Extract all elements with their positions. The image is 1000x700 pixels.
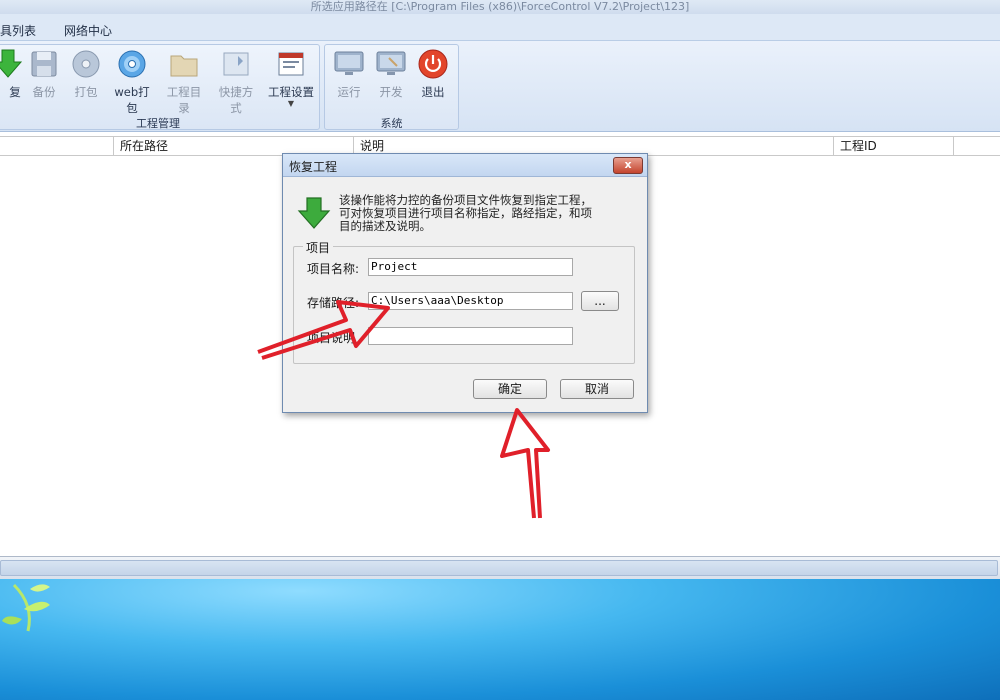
dialog-title: 恢复工程 xyxy=(289,160,338,174)
groupbox-legend: 项目 xyxy=(303,239,334,256)
disc-icon xyxy=(70,48,102,80)
floppy-disk-icon xyxy=(28,48,60,80)
monitor-tools-icon xyxy=(375,48,407,80)
disc-icon xyxy=(116,48,148,80)
project-name-label: 项目名称: xyxy=(307,262,360,276)
project-description-input[interactable] xyxy=(368,327,573,345)
annotation-arrow-ok xyxy=(500,408,550,519)
monitor-play-icon xyxy=(333,48,365,80)
desktop-background xyxy=(0,579,1000,700)
menu-item-network-center[interactable]: 网络中心 xyxy=(64,22,112,39)
close-button[interactable]: x xyxy=(613,157,643,174)
bamboo-leaf-icon xyxy=(2,583,50,632)
exit-button[interactable]: 退出 xyxy=(411,48,455,100)
ok-button[interactable]: 确定 xyxy=(473,379,547,399)
menu-bar: 具列表 网络中心 xyxy=(0,14,1000,41)
folder-icon xyxy=(168,48,200,80)
power-icon xyxy=(417,48,449,80)
ribbon-group-label: 系统 xyxy=(380,117,403,130)
close-icon: x xyxy=(624,158,632,171)
column-header-project-id[interactable]: 工程ID xyxy=(833,137,953,155)
dropdown-arrow-icon: ▼ xyxy=(287,99,295,108)
storage-path-label: 存储路径: xyxy=(307,296,360,310)
download-arrow-icon xyxy=(297,197,331,229)
run-button[interactable]: 运行 xyxy=(327,48,371,100)
settings-window-icon xyxy=(275,48,307,80)
window-title: 所选应用路径在 [C:\Program Files (x86)\ForceCon… xyxy=(310,0,690,13)
window-title-bar: 所选应用路径在 [C:\Program Files (x86)\ForceCon… xyxy=(0,0,1000,14)
dialog-title-bar[interactable]: 恢复工程 x xyxy=(283,154,647,177)
menu-item-tools[interactable]: 具列表 xyxy=(0,22,36,39)
download-arrow-icon xyxy=(0,48,24,80)
shortcut-icon xyxy=(220,48,252,80)
web-pack-button[interactable]: web打包 xyxy=(110,48,154,116)
project-name-input[interactable]: Project xyxy=(368,258,573,276)
ribbon-group-label: 工程管理 xyxy=(136,117,180,130)
browse-button[interactable]: ... xyxy=(581,291,619,311)
column-header-extra xyxy=(953,137,1000,155)
backup-button[interactable]: 备份 xyxy=(22,48,66,100)
project-settings-button[interactable]: 工程设置 ▼ xyxy=(266,48,316,108)
restore-project-dialog: 恢复工程 x 该操作能将力控的备份项目文件恢复到指定工程，可对恢复项目进行项目名… xyxy=(282,153,648,413)
project-directory-button[interactable]: 工程目录 xyxy=(162,48,206,116)
shortcut-button[interactable]: 快捷方式 xyxy=(214,48,258,116)
horizontal-scrollbar[interactable] xyxy=(0,560,998,576)
dialog-description: 该操作能将力控的备份项目文件恢复到指定工程，可对恢复项目进行项目名称指定，路经指… xyxy=(339,193,592,233)
storage-path-input[interactable]: C:\Users\aaa\Desktop xyxy=(368,292,573,310)
pack-button[interactable]: 打包 xyxy=(64,48,108,100)
project-description-label: 项目说明 xyxy=(307,331,356,345)
cancel-button[interactable]: 取消 xyxy=(560,379,634,399)
develop-button[interactable]: 开发 xyxy=(369,48,413,100)
